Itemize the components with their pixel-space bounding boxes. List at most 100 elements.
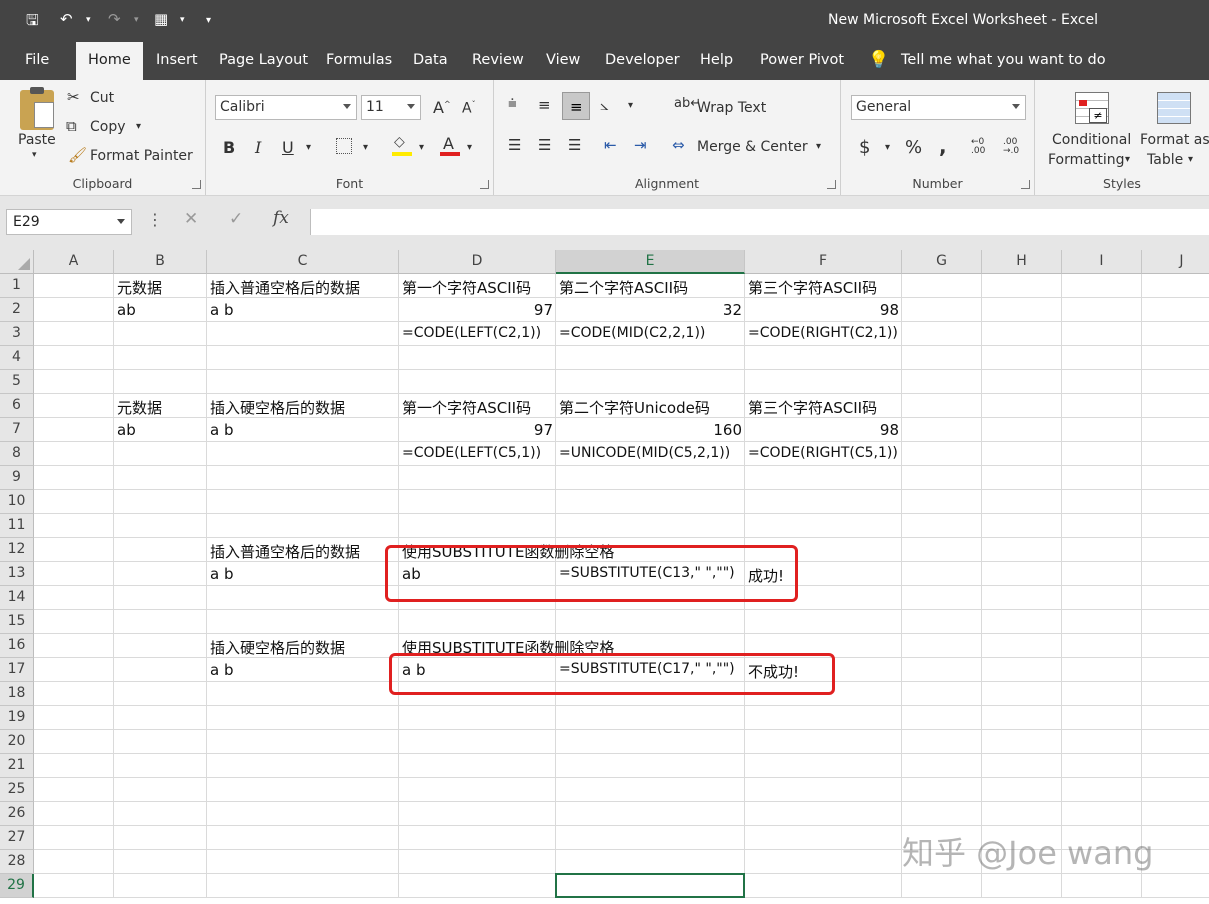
decrease-font-icon[interactable]: Aˇ <box>462 100 476 117</box>
cell-c13[interactable]: a b <box>207 562 236 586</box>
row-header-17[interactable]: 17 <box>0 658 34 682</box>
row-header-4[interactable]: 4 <box>0 346 34 370</box>
select-all-button[interactable] <box>0 250 34 274</box>
format-as-table-icon[interactable] <box>1157 92 1191 124</box>
cell-c12[interactable]: 插入普通空格后的数据 <box>207 538 363 562</box>
row-header-16[interactable]: 16 <box>0 634 34 658</box>
row-header-12[interactable]: 12 <box>0 538 34 562</box>
cell-b2[interactable]: ab <box>114 298 139 322</box>
font-size-select[interactable]: 11 <box>361 95 421 120</box>
number-format-select[interactable]: General <box>851 95 1026 120</box>
cell-f7[interactable]: 98 <box>745 418 902 442</box>
row-header-3[interactable]: 3 <box>0 322 34 346</box>
align-middle-icon[interactable]: ≡ <box>538 96 551 114</box>
conditional-formatting-label-2[interactable]: Formatting <box>1048 152 1124 168</box>
row-header-28[interactable]: 28 <box>0 850 34 874</box>
increase-font-icon[interactable]: A^ <box>433 98 451 117</box>
row-header-13[interactable]: 13 <box>0 562 34 586</box>
clipboard-launcher-icon[interactable] <box>192 180 201 189</box>
column-header-b[interactable]: B <box>114 250 207 274</box>
cell-b1[interactable]: 元数据 <box>114 274 165 298</box>
row-header-19[interactable]: 19 <box>0 706 34 730</box>
enter-icon[interactable]: ✓ <box>229 209 243 229</box>
format-painter-button[interactable]: Format Painter <box>90 148 193 164</box>
row-header-2[interactable]: 2 <box>0 298 34 322</box>
format-as-table-label-1[interactable]: Format as <box>1140 132 1209 148</box>
row-header-7[interactable]: 7 <box>0 418 34 442</box>
tab-home[interactable]: Home <box>76 42 143 82</box>
column-header-e[interactable]: E <box>556 250 745 274</box>
column-header-j[interactable]: J <box>1142 250 1209 274</box>
tab-view[interactable]: View <box>546 52 580 68</box>
row-header-8[interactable]: 8 <box>0 442 34 466</box>
font-launcher-icon[interactable] <box>480 180 489 189</box>
percent-button[interactable]: % <box>905 137 922 158</box>
cut-button[interactable]: Cut <box>90 90 114 106</box>
undo-icon[interactable]: ↶ <box>60 10 73 28</box>
format-as-table-dropdown-icon[interactable]: ▾ <box>1188 154 1193 165</box>
row-header-25[interactable]: 25 <box>0 778 34 802</box>
increase-indent-icon[interactable]: ⇥ <box>634 136 647 154</box>
customize-toolbar-icon[interactable]: ▾ <box>206 15 211 26</box>
cell-d8[interactable]: =CODE(LEFT(C5,1)) <box>399 442 544 466</box>
more-icon[interactable]: ⋮ <box>147 210 163 229</box>
row-header-6[interactable]: 6 <box>0 394 34 418</box>
currency-dropdown-icon[interactable]: ▾ <box>885 142 890 153</box>
cell-f8[interactable]: =CODE(RIGHT(C5,1)) <box>745 442 901 466</box>
tab-developer[interactable]: Developer <box>605 52 680 68</box>
cell-d7[interactable]: 97 <box>399 418 556 442</box>
align-center-icon[interactable]: ☰ <box>538 136 551 154</box>
paste-button[interactable]: Paste <box>18 132 56 148</box>
merge-center-button[interactable]: Merge & Center <box>697 139 808 155</box>
cell-c2[interactable]: a b <box>207 298 236 322</box>
worksheet-grid[interactable]: A B C D E F G H I J 1 2 3 4 5 6 7 8 9 10 11 12 13 14 15 16 17 18 19 2… <box>0 250 1209 904</box>
column-header-d[interactable]: D <box>399 250 556 274</box>
cell-c16[interactable]: 插入硬空格后的数据 <box>207 634 348 658</box>
cell-e8[interactable]: =UNICODE(MID(C5,2,1)) <box>556 442 733 466</box>
undo-dropdown-icon[interactable]: ▾ <box>86 15 91 25</box>
fill-color-dropdown-icon[interactable]: ▾ <box>419 142 424 153</box>
merge-center-icon[interactable]: ⇔ <box>672 136 685 154</box>
tab-formulas[interactable]: Formulas <box>326 52 392 68</box>
conditional-formatting-label-1[interactable]: Conditional <box>1052 132 1131 148</box>
column-header-g[interactable]: G <box>902 250 982 274</box>
number-launcher-icon[interactable] <box>1021 180 1030 189</box>
column-header-i[interactable]: I <box>1062 250 1142 274</box>
row-header-29[interactable]: 29 <box>0 874 34 898</box>
copy-dropdown-icon[interactable]: ▾ <box>136 121 141 132</box>
decrease-indent-icon[interactable]: ⇤ <box>604 136 617 154</box>
row-header-1[interactable]: 1 <box>0 274 34 298</box>
format-painter-icon[interactable]: 🖌 <box>68 146 87 164</box>
borders-icon[interactable] <box>336 138 352 154</box>
row-header-14[interactable]: 14 <box>0 586 34 610</box>
alignment-launcher-icon[interactable] <box>827 180 836 189</box>
row-header-20[interactable]: 20 <box>0 730 34 754</box>
merge-dropdown-icon[interactable]: ▾ <box>816 141 821 152</box>
cell-f6[interactable]: 第三个字符ASCII码 <box>745 394 880 418</box>
cell-e1[interactable]: 第二个字符ASCII码 <box>556 274 691 298</box>
row-header-15[interactable]: 15 <box>0 610 34 634</box>
font-family-select[interactable]: Calibri <box>215 95 357 120</box>
form-dropdown-icon[interactable]: ▾ <box>180 15 185 25</box>
tab-help[interactable]: Help <box>700 52 733 68</box>
save-icon[interactable]: 🖫 <box>26 10 39 35</box>
row-header-27[interactable]: 27 <box>0 826 34 850</box>
column-header-a[interactable]: A <box>34 250 114 274</box>
cell-d3[interactable]: =CODE(LEFT(C2,1)) <box>399 322 544 346</box>
decrease-decimal-icon[interactable]: .00 →.0 <box>1003 138 1019 156</box>
cell-f1[interactable]: 第三个字符ASCII码 <box>745 274 880 298</box>
form-icon[interactable]: ▦ <box>154 10 168 28</box>
cell-d1[interactable]: 第一个字符ASCII码 <box>399 274 534 298</box>
cell-f3[interactable]: =CODE(RIGHT(C2,1)) <box>745 322 901 346</box>
cell-c6[interactable]: 插入硬空格后的数据 <box>207 394 348 418</box>
cell-e6[interactable]: 第二个字符Unicode码 <box>556 394 713 418</box>
row-header-11[interactable]: 11 <box>0 514 34 538</box>
conditional-formatting-icon[interactable]: ≠ <box>1075 92 1109 124</box>
row-header-26[interactable]: 26 <box>0 802 34 826</box>
cell-d2[interactable]: 97 <box>399 298 556 322</box>
tell-me-search[interactable]: Tell me what you want to do <box>901 52 1106 68</box>
fill-color-icon[interactable]: ◇ <box>392 134 412 156</box>
cell-b6[interactable]: 元数据 <box>114 394 165 418</box>
cell-c17[interactable]: a b <box>207 658 236 682</box>
format-as-table-label-2[interactable]: Table <box>1147 152 1183 168</box>
